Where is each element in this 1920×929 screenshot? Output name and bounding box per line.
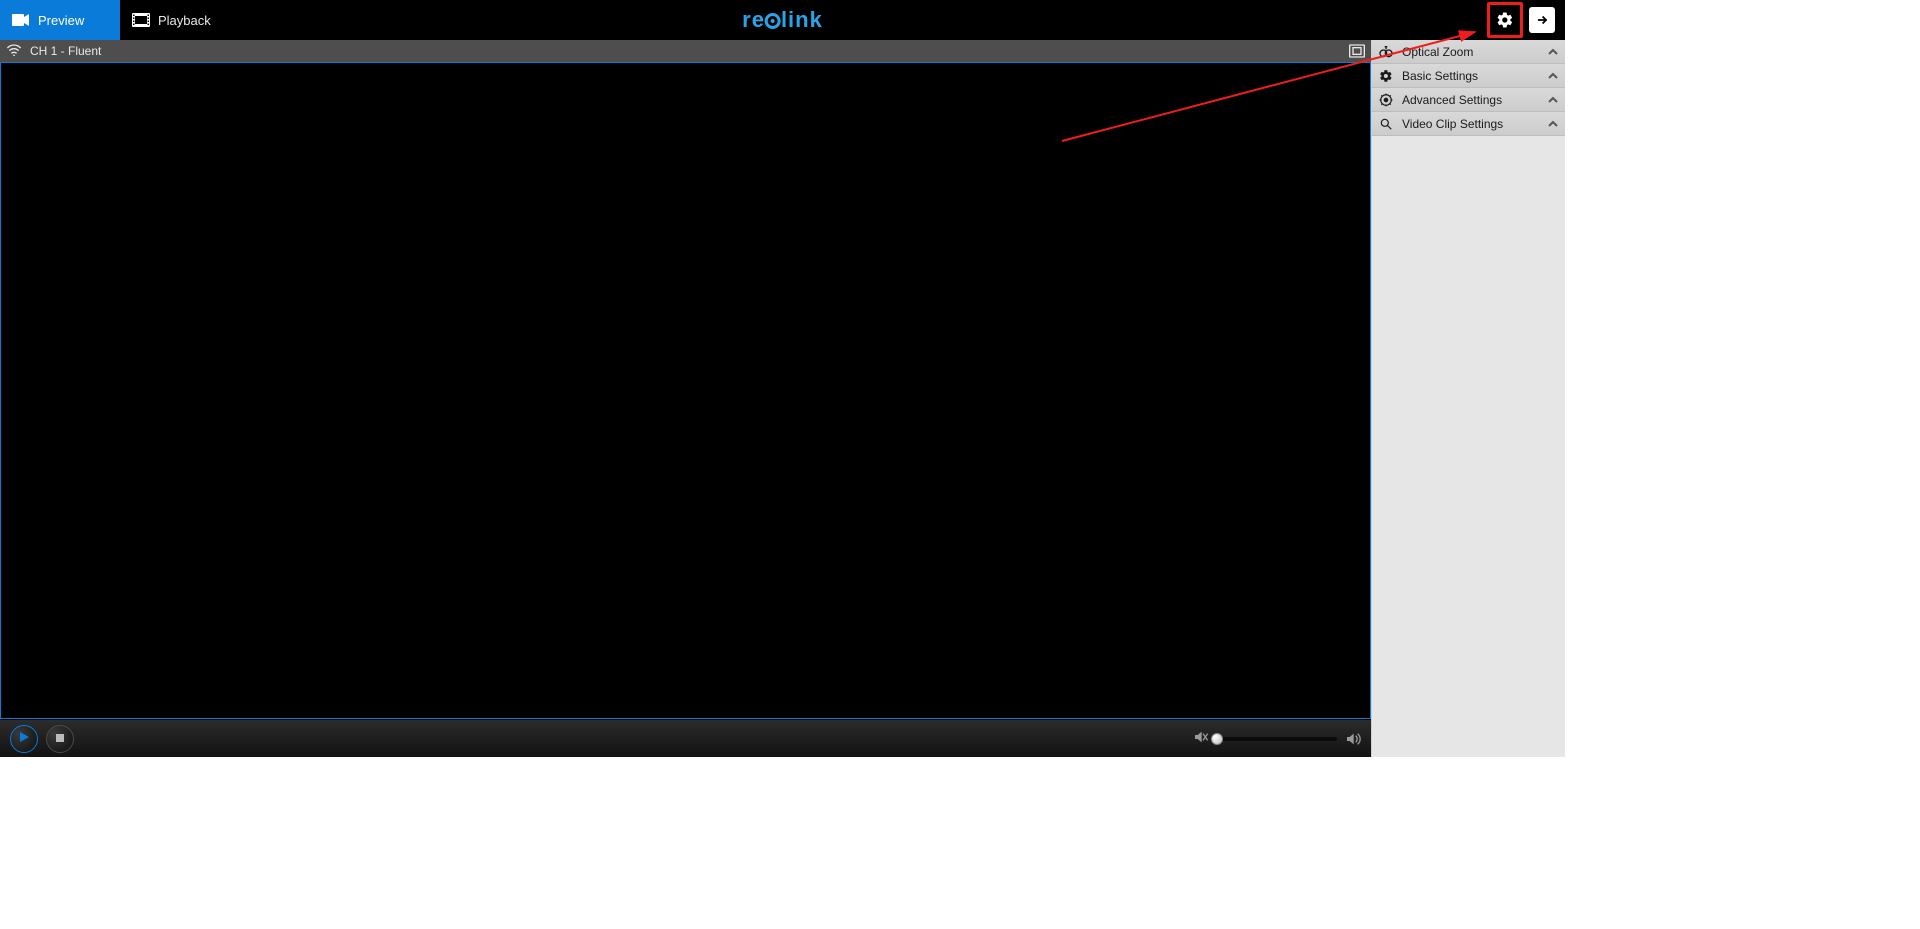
gear-icon	[1496, 11, 1514, 29]
chevron-up-icon	[1547, 95, 1559, 105]
sidebar-item-basic-settings[interactable]: Basic Settings	[1372, 64, 1565, 88]
video-view[interactable]	[0, 62, 1371, 719]
advanced-icon	[1378, 92, 1394, 108]
wifi-icon	[6, 44, 22, 59]
clip-icon	[1378, 116, 1394, 132]
volume-thumb[interactable]	[1211, 733, 1223, 745]
arrow-right-icon	[1535, 13, 1549, 27]
sidebar-item-optical-zoom[interactable]: Optical Zoom	[1372, 40, 1565, 64]
settings-highlight-box	[1487, 2, 1523, 38]
chevron-up-icon	[1547, 47, 1559, 57]
top-bar-spacer	[240, 0, 1487, 40]
channel-label: CH 1 - Fluent	[30, 44, 101, 58]
player-bar	[0, 719, 1371, 757]
channel-bar: CH 1 - Fluent	[0, 40, 1371, 62]
tab-preview[interactable]: Preview	[0, 0, 120, 40]
logout-button[interactable]	[1529, 7, 1555, 33]
zoom-icon	[1378, 44, 1394, 60]
settings-sidebar: Optical Zoom Basic Settings	[1371, 40, 1565, 757]
camera-icon	[12, 11, 30, 29]
mute-button[interactable]	[1193, 730, 1209, 747]
gear-icon	[1378, 68, 1394, 84]
sidebar-item-label: Advanced Settings	[1402, 93, 1502, 107]
settings-button[interactable]	[1492, 7, 1518, 33]
tab-playback-label: Playback	[158, 13, 211, 28]
chevron-up-icon	[1547, 71, 1559, 81]
sidebar-item-label: Basic Settings	[1402, 69, 1478, 83]
stop-button[interactable]	[46, 725, 74, 753]
top-bar-right	[1487, 0, 1565, 40]
play-button[interactable]	[10, 725, 38, 753]
tab-preview-label: Preview	[38, 13, 84, 28]
play-icon	[18, 731, 30, 746]
fullscreen-icon[interactable]	[1349, 44, 1365, 58]
chevron-up-icon	[1547, 119, 1559, 129]
stop-icon	[55, 731, 65, 746]
mute-icon	[1193, 730, 1209, 747]
sidebar-item-advanced-settings[interactable]: Advanced Settings	[1372, 88, 1565, 112]
sidebar-item-label: Optical Zoom	[1402, 45, 1473, 59]
film-icon	[132, 11, 150, 29]
volume-slider[interactable]	[1217, 737, 1337, 741]
sidebar-item-video-clip-settings[interactable]: Video Clip Settings	[1372, 112, 1565, 136]
middle-row: CH 1 - Fluent	[0, 40, 1565, 757]
tab-playback[interactable]: Playback	[120, 0, 240, 40]
sidebar-item-label: Video Clip Settings	[1402, 117, 1503, 131]
video-column: CH 1 - Fluent	[0, 40, 1371, 757]
top-bar: Preview Playback	[0, 0, 1565, 40]
speaker-icon	[1345, 732, 1361, 746]
